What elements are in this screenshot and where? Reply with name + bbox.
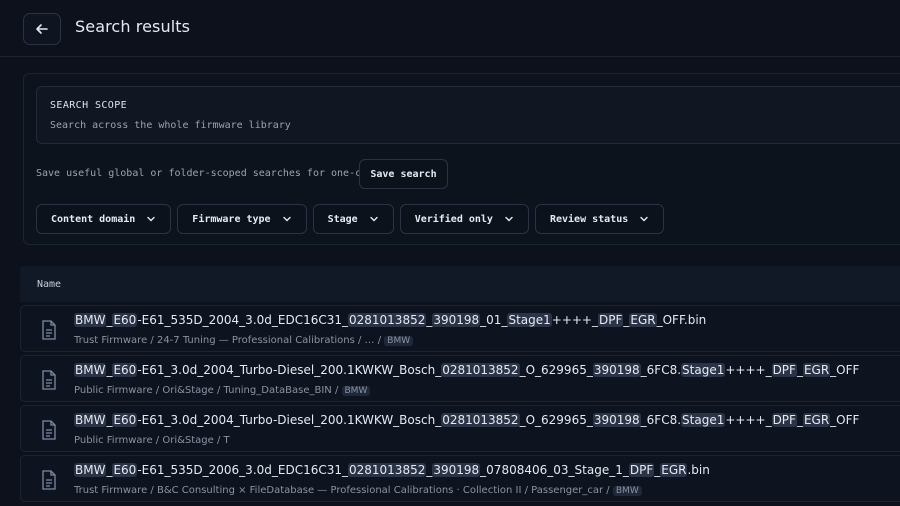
filename-segment: _OFF.bin [656, 313, 707, 327]
filename-segment: -E61_535D_2004_3.0d_EDC16C31_ [137, 313, 348, 327]
filename-segment: _OFF [830, 363, 860, 377]
filter-verified-only[interactable]: Verified only [399, 204, 529, 234]
filter-content-domain[interactable]: Content domain [36, 204, 172, 234]
filename-segment: ++++_ [725, 363, 772, 377]
result-path: Public Firmware / Ori&Stage / Tuning_Dat… [74, 385, 371, 396]
result-path: Public Firmware / Ori&Stage / T [74, 435, 230, 446]
chevron-down-icon [640, 216, 648, 222]
match-highlight: 390198 [592, 363, 641, 377]
match-highlight: E60 [112, 363, 138, 377]
filename-segment: _O_629965_ [519, 413, 593, 427]
filename-segment: ++++_ [725, 413, 772, 427]
match-highlight: 0281013852 [348, 463, 427, 477]
match-highlight: BMW [74, 363, 107, 377]
file-document-icon [42, 420, 56, 440]
scope-description: Search across the whole firmware library [50, 120, 291, 131]
match-highlight: BMW [74, 313, 107, 327]
file-document-icon [42, 470, 56, 490]
make-tag: BMW [341, 386, 371, 396]
match-highlight: E60 [112, 413, 138, 427]
match-highlight: E60 [112, 313, 138, 327]
top-bar: Search results [0, 0, 900, 57]
match-highlight: EGR [660, 463, 688, 477]
match-highlight: E60 [112, 463, 138, 477]
file-document-icon [42, 320, 56, 340]
result-row[interactable]: BMW_E60-E61_535D_2006_3.0d_EDC16C31_0281… [20, 455, 900, 502]
match-highlight: DPF [597, 313, 624, 327]
filter-bar: Content domain Firmware type Stage Verif… [36, 204, 665, 234]
filename-segment: -E61_3.0d_2004_Turbo-Diesel_200.1KWKW_Bo… [137, 363, 442, 377]
chevron-down-icon [282, 216, 291, 222]
path-text: Public Firmware / Ori&Stage / T [74, 435, 230, 446]
match-highlight: 0281013852 [441, 363, 520, 377]
match-highlight: 390198 [432, 463, 481, 477]
match-highlight: DPF [771, 413, 797, 427]
filter-stage[interactable]: Stage [312, 204, 394, 234]
chevron-down-icon [147, 216, 155, 222]
match-highlight: EGR [802, 413, 831, 427]
search-controls-panel: SEARCH SCOPE Search across the whole fir… [23, 73, 900, 245]
result-row[interactable]: BMW_E60-E61_3.0d_2004_Turbo-Diesel_200.1… [20, 405, 900, 452]
result-row[interactable]: BMW_E60-E61_3.0d_2004_Turbo-Diesel_200.1… [20, 355, 900, 402]
filter-label: Review status [549, 213, 629, 225]
match-highlight: Stage1 [681, 413, 726, 427]
match-highlight: 390198 [592, 413, 641, 427]
result-filename: BMW_E60-E61_3.0d_2004_Turbo-Diesel_200.1… [74, 413, 859, 427]
page-title: Search results [75, 17, 191, 36]
filename-segment: _O_629965_ [519, 363, 593, 377]
back-button[interactable] [23, 13, 61, 45]
result-filename: BMW_E60-E61_535D_2004_3.0d_EDC16C31_0281… [74, 313, 706, 327]
filename-segment: ++++_ [551, 313, 598, 327]
chevron-down-icon [505, 216, 513, 222]
match-highlight: 390198 [432, 313, 481, 327]
result-filename: BMW_E60-E61_3.0d_2004_Turbo-Diesel_200.1… [74, 363, 859, 377]
file-document-icon [42, 370, 56, 390]
filename-segment: -E61_535D_2006_3.0d_EDC16C31_ [137, 463, 348, 477]
filename-segment: _07808406_03_Stage_1_ [480, 463, 629, 477]
chevron-down-icon [369, 216, 378, 222]
match-highlight: Stage1 [681, 363, 726, 377]
match-highlight: DPF [771, 363, 797, 377]
search-scope-box[interactable]: SEARCH SCOPE Search across the whole fir… [36, 86, 900, 144]
match-highlight: Stage1 [507, 313, 552, 327]
filename-segment: _01_ [480, 313, 508, 327]
filter-label: Content domain [51, 213, 136, 225]
match-highlight: EGR [629, 313, 657, 327]
filename-segment: _6FC8. [640, 413, 682, 427]
filename-segment: _OFF [830, 413, 860, 427]
path-text: Trust Firmware / B&C Consulting × FileDa… [74, 485, 610, 496]
make-tag: BMW [384, 336, 414, 346]
filename-segment: _6FC8. [640, 363, 682, 377]
match-highlight: 0281013852 [441, 413, 520, 427]
results-column-header[interactable]: Name [20, 266, 900, 302]
filter-label: Firmware type [192, 213, 271, 225]
filter-label: Stage [327, 213, 358, 225]
filter-firmware-type[interactable]: Firmware type [177, 204, 307, 234]
scope-heading: SEARCH SCOPE [50, 100, 128, 111]
filter-review-status[interactable]: Review status [534, 204, 665, 234]
match-highlight: BMW [74, 463, 107, 477]
result-filename: BMW_E60-E61_535D_2006_3.0d_EDC16C31_0281… [74, 463, 710, 477]
path-text: Trust Firmware / 24-7 Tuning — Professio… [74, 335, 382, 346]
arrow-left-icon [36, 24, 48, 34]
result-path: Trust Firmware / 24-7 Tuning — Professio… [74, 335, 414, 346]
filename-segment: -E61_3.0d_2004_Turbo-Diesel_200.1KWKW_Bo… [137, 413, 442, 427]
filter-label: Verified only [414, 213, 493, 225]
match-highlight: BMW [74, 413, 107, 427]
result-row[interactable]: BMW_E60-E61_535D_2004_3.0d_EDC16C31_0281… [20, 305, 900, 352]
make-tag: BMW [612, 486, 642, 496]
match-highlight: EGR [802, 363, 831, 377]
match-highlight: 0281013852 [348, 313, 427, 327]
path-text: Public Firmware / Ori&Stage / Tuning_Dat… [74, 385, 339, 396]
result-path: Trust Firmware / B&C Consulting × FileDa… [74, 485, 642, 496]
column-name-label: Name [37, 279, 62, 290]
filename-segment: .bin [687, 463, 710, 477]
save-search-button[interactable]: Save search [359, 159, 448, 189]
match-highlight: DPF [628, 463, 655, 477]
